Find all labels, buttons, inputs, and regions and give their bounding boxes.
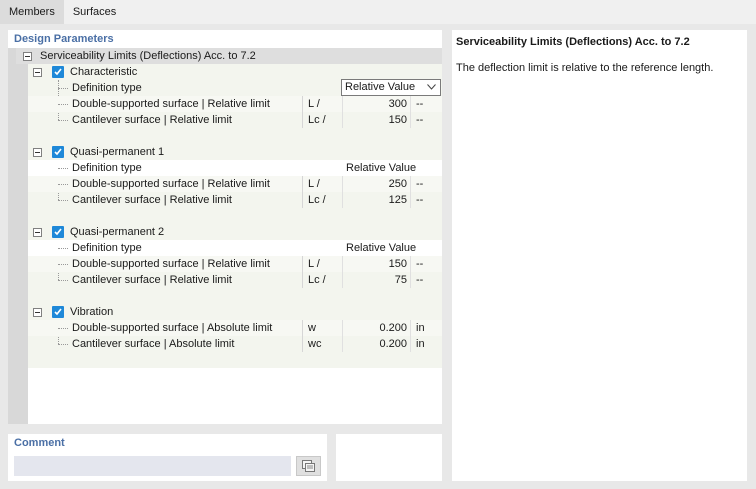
section-vibration: Vibration Double-supported surface | Abs… xyxy=(28,304,442,368)
collapse-icon[interactable] xyxy=(23,52,32,61)
section-characteristic: Characteristic Definition type Relative … xyxy=(28,64,442,144)
copy-icon xyxy=(302,460,315,472)
unit-label: in xyxy=(410,320,442,336)
unit-label: -- xyxy=(410,96,442,112)
comment-title: Comment xyxy=(14,437,65,449)
quasi-permanent-1-checkbox[interactable] xyxy=(52,146,64,158)
vibration-checkbox[interactable] xyxy=(52,306,64,318)
tab-members[interactable]: Members xyxy=(0,0,64,24)
section-label: Characteristic xyxy=(70,66,138,78)
tree-root-row[interactable]: Serviceability Limits (Deflections) Acc.… xyxy=(16,48,442,64)
info-panel: Serviceability Limits (Deflections) Acc.… xyxy=(452,30,747,481)
chevron-down-icon xyxy=(427,84,436,90)
table-row[interactable]: Cantilever surface | Relative limit Lc /… xyxy=(28,272,442,288)
tab-surfaces[interactable]: Surfaces xyxy=(63,0,126,24)
collapse-icon[interactable] xyxy=(33,308,42,317)
collapse-icon[interactable] xyxy=(33,68,42,77)
info-title: Serviceability Limits (Deflections) Acc.… xyxy=(456,36,690,48)
definition-type-label: Definition type xyxy=(72,82,142,94)
table-row[interactable]: Double-supported surface | Relative limi… xyxy=(28,256,442,272)
row-label: Double-supported surface | Relative limi… xyxy=(72,258,270,270)
row-label: Cantilever surface | Absolute limit xyxy=(72,338,235,350)
definition-type-value[interactable]: Relative Value xyxy=(342,160,442,176)
blank-panel xyxy=(336,434,442,481)
unit-label: -- xyxy=(410,192,442,208)
value-field[interactable]: 0.200 xyxy=(342,336,410,352)
comment-panel: Comment xyxy=(8,434,327,481)
value-field[interactable]: 0.200 xyxy=(342,320,410,336)
unit-label: -- xyxy=(410,112,442,128)
definition-type-value: Relative Value xyxy=(345,81,416,93)
definition-type-value[interactable]: Relative Value xyxy=(342,240,442,256)
table-row[interactable]: Cantilever surface | Absolute limit wc 0… xyxy=(28,336,442,352)
row-label: Double-supported surface | Absolute limi… xyxy=(72,322,273,334)
row-label: Double-supported surface | Relative limi… xyxy=(72,178,270,190)
unit-label: -- xyxy=(410,256,442,272)
collapse-icon[interactable] xyxy=(33,148,42,157)
definition-type-select[interactable]: Relative Value xyxy=(341,79,441,96)
quasi-permanent-2-checkbox[interactable] xyxy=(52,226,64,238)
table-row[interactable]: Cantilever surface | Relative limit Lc /… xyxy=(28,192,442,208)
value-field[interactable]: 150 xyxy=(342,256,410,272)
comment-input[interactable] xyxy=(14,456,291,476)
tree-root-label: Serviceability Limits (Deflections) Acc.… xyxy=(40,50,256,62)
row-symbol: w xyxy=(302,320,342,336)
row-label: Double-supported surface | Relative limi… xyxy=(72,98,270,110)
definition-type-label: Definition type xyxy=(72,162,142,174)
section-label: Vibration xyxy=(70,306,114,318)
section-quasi-permanent-2: Quasi-permanent 2 Definition type Relati… xyxy=(28,224,442,304)
row-symbol: Lc / xyxy=(302,272,342,288)
definition-type-row[interactable]: Definition type Relative Value xyxy=(28,240,442,256)
unit-label: -- xyxy=(410,176,442,192)
section-label: Quasi-permanent 1 xyxy=(70,146,165,158)
unit-label: in xyxy=(410,336,442,352)
value-field[interactable]: 300 xyxy=(342,96,410,112)
table-row[interactable]: Double-supported surface | Relative limi… xyxy=(28,176,442,192)
tab-bar: Members Surfaces xyxy=(0,0,126,24)
row-label: Cantilever surface | Relative limit xyxy=(72,194,232,206)
info-text: The deflection limit is relative to the … xyxy=(456,62,714,74)
section-header[interactable]: Vibration xyxy=(28,304,442,320)
value-field[interactable]: 150 xyxy=(342,112,410,128)
row-symbol: L / xyxy=(302,96,342,112)
definition-type-row[interactable]: Definition type Relative Value xyxy=(28,79,442,96)
section-label: Quasi-permanent 2 xyxy=(70,226,165,238)
row-symbol: Lc / xyxy=(302,192,342,208)
tree-gutter xyxy=(8,48,28,424)
row-symbol: Lc / xyxy=(302,112,342,128)
value-field[interactable]: 125 xyxy=(342,192,410,208)
section-quasi-permanent-1: Quasi-permanent 1 Definition type Relati… xyxy=(28,144,442,224)
table-row[interactable]: Cantilever surface | Relative limit Lc /… xyxy=(28,112,442,128)
collapse-icon[interactable] xyxy=(33,228,42,237)
row-symbol: wc xyxy=(302,336,342,352)
definition-type-label: Definition type xyxy=(72,242,142,254)
row-symbol: L / xyxy=(302,256,342,272)
section-header[interactable]: Characteristic xyxy=(28,64,442,80)
characteristic-checkbox[interactable] xyxy=(52,66,64,78)
value-field[interactable]: 250 xyxy=(342,176,410,192)
row-label: Cantilever surface | Relative limit xyxy=(72,114,232,126)
section-header[interactable]: Quasi-permanent 2 xyxy=(28,224,442,240)
design-parameters-panel: Design Parameters Serviceability Limits … xyxy=(8,30,442,424)
parameter-tree: Serviceability Limits (Deflections) Acc.… xyxy=(16,48,442,424)
value-field[interactable]: 75 xyxy=(342,272,410,288)
section-header[interactable]: Quasi-permanent 1 xyxy=(28,144,442,160)
row-symbol: L / xyxy=(302,176,342,192)
panel-title: Design Parameters xyxy=(14,33,114,45)
comment-library-button[interactable] xyxy=(296,456,321,476)
table-row[interactable]: Double-supported surface | Relative limi… xyxy=(28,96,442,112)
unit-label: -- xyxy=(410,272,442,288)
table-row[interactable]: Double-supported surface | Absolute limi… xyxy=(28,320,442,336)
definition-type-row[interactable]: Definition type Relative Value xyxy=(28,160,442,176)
row-label: Cantilever surface | Relative limit xyxy=(72,274,232,286)
